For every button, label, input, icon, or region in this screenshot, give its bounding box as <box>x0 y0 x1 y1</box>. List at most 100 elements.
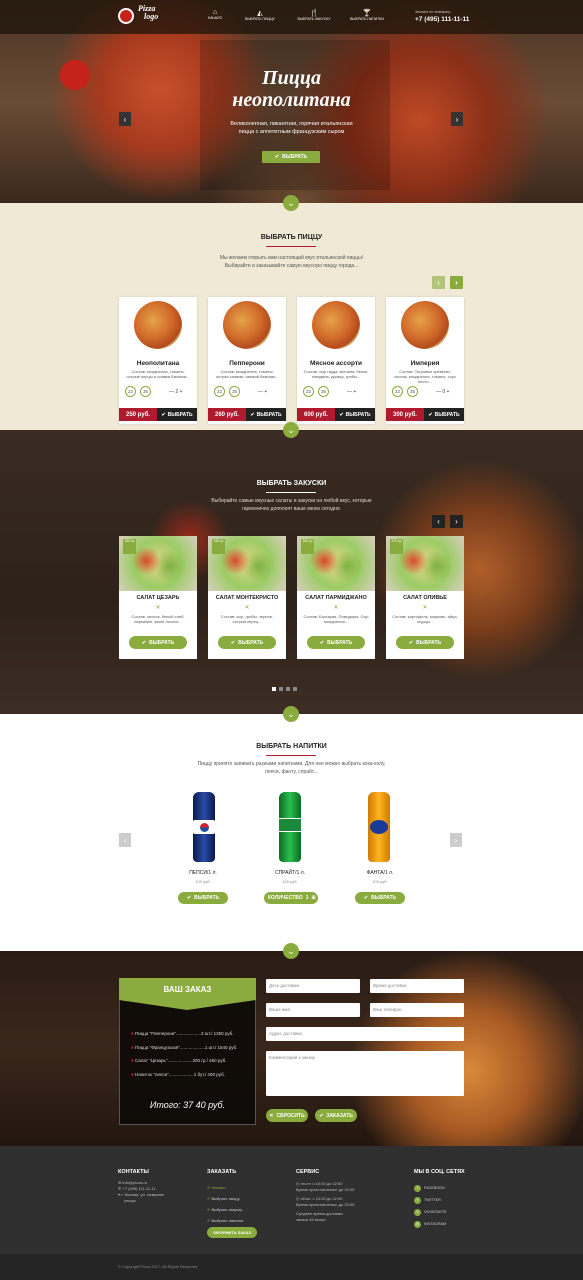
drink-choose-button[interactable]: ✔ ВЫБРАТЬ <box>178 892 228 904</box>
snack-next-arrow[interactable]: › <box>450 515 463 528</box>
reset-button[interactable]: ✕ СБРОСИТЬ <box>266 1109 308 1122</box>
hero-next-arrow[interactable]: › <box>451 112 463 126</box>
snack-choose-button[interactable]: ✔ ВЫБРАТЬ <box>218 636 276 649</box>
address-text-2: улицы <box>124 1198 136 1203</box>
pizza-name: Империя <box>410 360 440 367</box>
phone-number[interactable]: +7 (495) 111-11-11 <box>415 16 469 23</box>
drink-section-text: Пиццу принято запивать разными напитками… <box>0 760 583 776</box>
hero-subtitle: Великолепная, пикантная, горячая итальян… <box>0 120 583 136</box>
weight-badge: 170 гр <box>390 539 403 554</box>
logo[interactable]: Pizza logo <box>138 5 158 21</box>
slider-dot[interactable] <box>293 687 297 691</box>
button-label: ВЫБРАТЬ <box>416 639 442 646</box>
scroll-down-icon[interactable]: ⌄ <box>283 422 299 438</box>
drink-prev-arrow[interactable]: ‹ <box>119 833 131 847</box>
phone-field[interactable]: Ваш телефон <box>370 1003 464 1017</box>
scroll-down-icon[interactable]: ⌄ <box>283 706 299 722</box>
footer-order-button[interactable]: ОФОРМИТЬ ЗАКАЗ <box>207 1227 257 1238</box>
home-icon: ⌂ <box>212 9 218 16</box>
slider-dot[interactable] <box>286 687 290 691</box>
submit-order-button[interactable]: ✔ ЗАКАЗАТЬ <box>315 1109 357 1122</box>
nav-item-snacks[interactable]: 🍴 ВЫБРАТЬ ЗАКУСКУ <box>296 9 332 21</box>
slider-dot[interactable] <box>279 687 283 691</box>
check-icon: ✔ <box>207 1185 211 1190</box>
quantity-value: 2 <box>175 389 179 395</box>
scroll-down-icon[interactable]: ⌄ <box>283 195 299 211</box>
footer-link[interactable]: ✔ Выбрать напитки <box>207 1215 243 1226</box>
pizza-image <box>312 301 360 349</box>
quantity-stepper[interactable]: — 2 + <box>169 389 182 395</box>
facebook-icon: f <box>414 1184 421 1192</box>
pizza-choose-button[interactable]: ✔ ВЫБРАТЬ <box>246 408 286 421</box>
footer-link[interactable]: ✔ Выбрать закуску <box>207 1204 243 1215</box>
button-label: ВЫБРАТЬ <box>327 639 353 646</box>
size-22-option[interactable]: 22 <box>392 386 403 397</box>
drink-quantity-control[interactable]: КОЛИЧЕСТВО 1 ⊞ <box>264 892 318 904</box>
address-field[interactable]: Адрес доставки <box>266 1027 464 1041</box>
size-22-option[interactable]: 22 <box>303 386 314 397</box>
pizza-choose-button[interactable]: ✔ ВЫБРАТЬ <box>335 408 375 421</box>
comment-field[interactable]: Комментарий к заказу <box>266 1051 464 1096</box>
cutlery-icon: ✕ <box>155 605 161 611</box>
nav-item-home[interactable]: ⌂ НАЧАЛО <box>206 9 224 20</box>
size-35-option[interactable]: 35 <box>229 386 240 397</box>
footer <box>0 1146 583 1254</box>
pizza-image <box>401 301 449 349</box>
delivery-time-field[interactable]: Время доставки <box>370 979 464 993</box>
hero-prev-arrow[interactable]: ‹ <box>119 112 131 126</box>
pizza-choose-button[interactable]: ✔ ВЫБРАТЬ <box>157 408 197 421</box>
pizza-choose-button[interactable]: ✔ ВЫБРАТЬ <box>424 408 464 421</box>
pizza-card: Империя Состав: Тигровые креветки, чесно… <box>386 297 464 424</box>
footer-service-title: СЕРВИС <box>296 1169 320 1175</box>
quantity-stepper[interactable]: — 0 + <box>436 389 449 395</box>
slider-dot[interactable] <box>272 687 276 691</box>
button-label: ВЫБРАТЬ <box>149 639 175 646</box>
footer-link[interactable]: ✔ Начало <box>207 1182 243 1193</box>
social-vkontakte[interactable]: v VKONTAKTE <box>414 1206 447 1218</box>
nav-item-pizza[interactable]: ◭ ВЫБРАТЬ ПИЦЦУ <box>243 9 277 21</box>
social-instagram[interactable]: ◎ INSTAGRAM <box>414 1218 447 1230</box>
order-line-text: Пицца "Французская"....................1… <box>134 1044 238 1050</box>
hero-choose-button[interactable]: ✔ ВЫБРАТЬ <box>262 151 320 163</box>
snack-prev-arrow[interactable]: ‹ <box>432 515 445 528</box>
slider-dots <box>272 687 297 691</box>
quantity-stepper[interactable]: — + <box>258 389 267 395</box>
bullet-icon: ■ <box>131 1031 134 1036</box>
pizza-prev-arrow[interactable]: ‹ <box>432 276 445 289</box>
snack-name: САЛАТ ЦЕЗАРЬ <box>136 595 180 601</box>
snack-choose-button[interactable]: ✔ ВЫБРАТЬ <box>396 636 454 649</box>
footer-link[interactable]: ✔ Выбрать пиццу <box>207 1193 243 1204</box>
footer-service: ◷ пн-пт: с 10:00 до 22:00 Время приготов… <box>296 1181 354 1223</box>
footer-order-title: ЗАКАЗАТЬ <box>207 1169 237 1175</box>
scroll-down-icon[interactable]: ⌄ <box>283 943 299 959</box>
social-facebook[interactable]: f FACEBOOK <box>414 1182 447 1194</box>
button-label: ВЫБРАТЬ <box>238 639 264 646</box>
logo-text-2: logo <box>144 12 159 21</box>
size-35-option[interactable]: 35 <box>140 386 151 397</box>
nav-item-drinks[interactable]: 🍸 ВЫБРАТЬ НАПИТКИ <box>348 9 386 21</box>
name-field[interactable]: Ваше имя <box>266 1003 360 1017</box>
hero-text-line2: пицца с аппетитным французским сыром <box>238 129 345 135</box>
pizza-next-arrow[interactable]: › <box>450 276 463 289</box>
size-35-option[interactable]: 35 <box>318 386 329 397</box>
button-label: ВЫБРАТЬ <box>256 411 282 418</box>
quantity-value: 0 <box>442 389 446 395</box>
size-35-option[interactable]: 35 <box>407 386 418 397</box>
social-twitter[interactable]: t TWITTER <box>414 1194 447 1206</box>
order-lines: ■ Пицца "Пепперони"....................3… <box>131 1027 237 1081</box>
delivery-date-field[interactable]: Дата доставки <box>266 979 360 993</box>
button-label: КОЛИЧЕСТВО <box>268 895 303 901</box>
drink-choose-button[interactable]: ✔ ВЫБРАТЬ <box>355 892 405 904</box>
link-label: Начало <box>211 1185 226 1190</box>
size-22-option[interactable]: 22 <box>125 386 136 397</box>
pizza-section-text: Мы желаем открыть вам настоящий вкус ита… <box>0 254 583 270</box>
quantity-stepper[interactable]: — + <box>347 389 356 395</box>
drink-name: ФАНТА/1 л. <box>366 870 394 876</box>
phone-icon: ✆ <box>118 1186 122 1191</box>
logo-icon <box>118 8 134 24</box>
snack-choose-button[interactable]: ✔ ВЫБРАТЬ <box>129 636 187 649</box>
snack-choose-button[interactable]: ✔ ВЫБРАТЬ <box>307 636 365 649</box>
size-22-option[interactable]: 22 <box>214 386 225 397</box>
drink-next-arrow[interactable]: › <box>450 833 462 847</box>
snack-section <box>0 430 583 714</box>
